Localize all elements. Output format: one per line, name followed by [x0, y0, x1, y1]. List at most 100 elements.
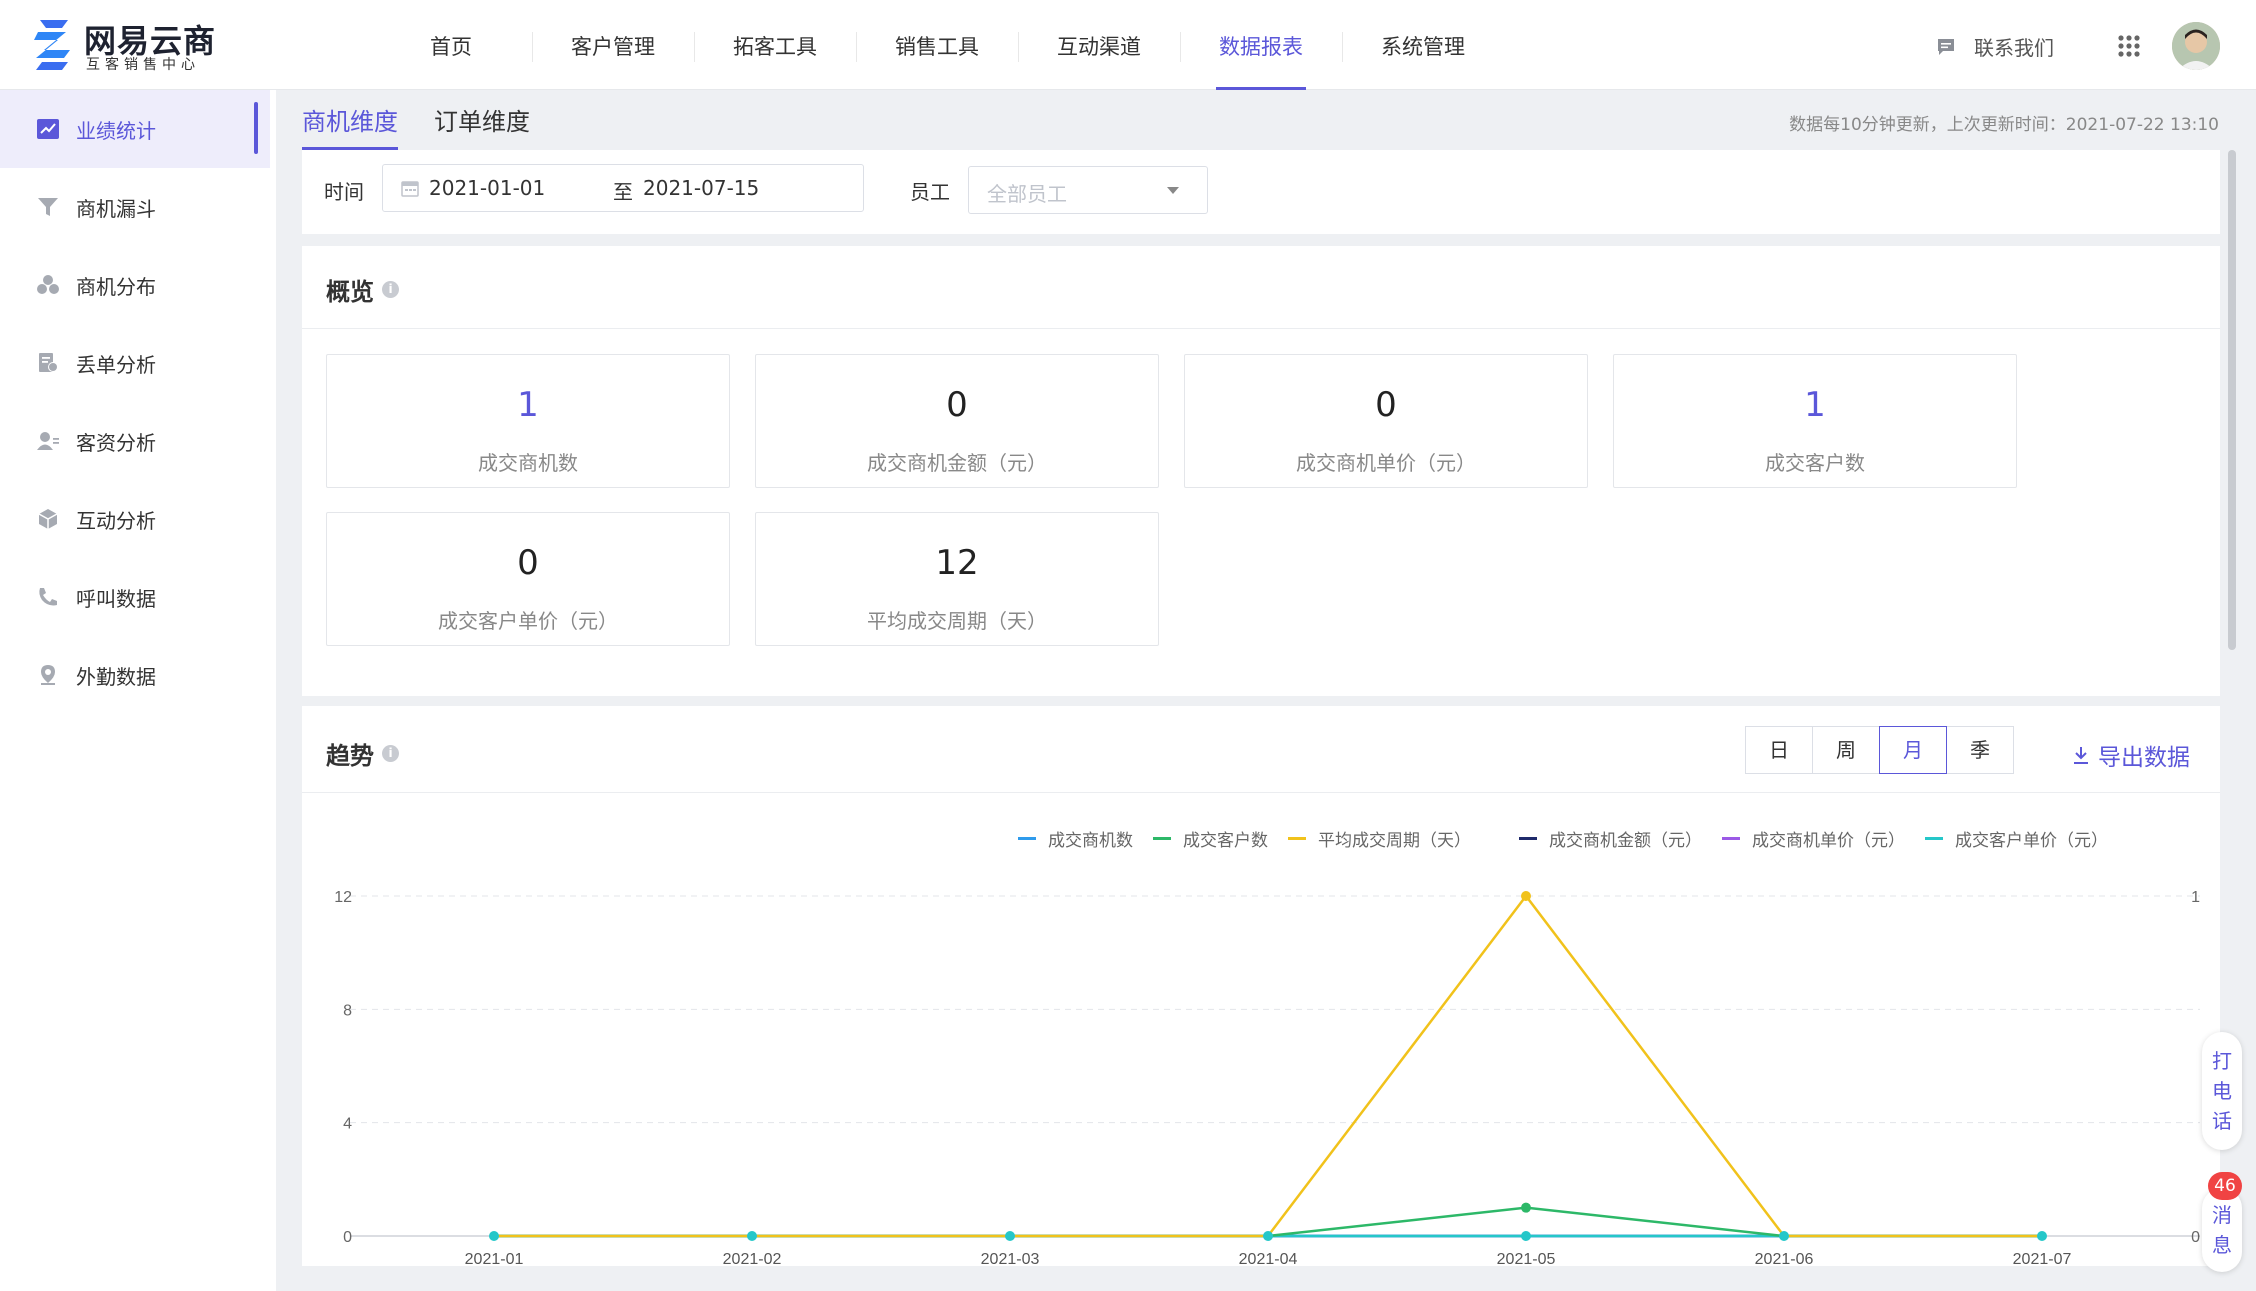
nav-item-home[interactable]: 首页 [370, 0, 532, 90]
message-count-badge: 46 [2208, 1172, 2242, 1200]
update-note: 数据每10分钟更新，上次更新时间：2021-07-22 13:10 [1789, 115, 2219, 135]
scrollbar[interactable] [2228, 150, 2236, 650]
brand-subtitle: 互客销售中心 [86, 57, 200, 73]
x-axis-tick-label: 2021-01 [465, 1251, 524, 1266]
nav-item-prospecting-tools[interactable]: 拓客工具 [694, 0, 856, 90]
brand-logo[interactable]: 网易云商 互客销售中心 [32, 16, 232, 74]
nav-item-interaction-channels[interactable]: 互动渠道 [1018, 0, 1180, 90]
customer-icon [37, 432, 59, 450]
overview-panel: 概览 i 1 成交商机数 0 成交商机金额（元） 0 成交商机单价（元） 1 成… [302, 246, 2220, 696]
time-label: 时间 [324, 180, 364, 204]
nav-item-data-reports[interactable]: 数据报表 [1180, 0, 1342, 90]
date-range-picker[interactable]: 2021-01-01 至 2021-07-15 [382, 164, 864, 212]
sidebar-item-label: 丢单分析 [76, 352, 156, 377]
stat-label: 成交客户单价（元） [438, 609, 618, 633]
series-line [494, 893, 2042, 1238]
employee-select[interactable]: 全部员工 [968, 166, 1208, 214]
stat-value: 0 [946, 385, 968, 425]
sidebar-item-lost-order-analysis[interactable]: 丢单分析 [0, 324, 276, 402]
stat-value: 0 [517, 543, 539, 583]
overview-divider [302, 328, 2220, 329]
sidebar-item-label: 互动分析 [76, 508, 156, 533]
sidebar-item-label: 呼叫数据 [76, 586, 156, 611]
x-axis-tick-label: 2021-05 [1497, 1251, 1556, 1266]
message-button-label: 消息 [2212, 1203, 2232, 1257]
contact-us-label: 联系我们 [1974, 36, 2054, 60]
app-grid-icon[interactable] [2117, 34, 2141, 58]
stat-value: 1 [517, 385, 539, 425]
sidebar: 业绩统计 商机漏斗 商机分布 丢单分析 客资分析 互动分析 呼叫数据 外勤数据 [0, 90, 276, 1291]
dimension-tabs: 商机维度 订单维度 [302, 100, 566, 150]
message-button[interactable]: 消息 [2202, 1188, 2242, 1272]
x-axis-tick-label: 2021-04 [1239, 1251, 1298, 1266]
employee-label: 员工 [910, 180, 950, 204]
stat-card-deal-unit-price: 0 成交商机单价（元） [1184, 354, 1588, 488]
phone-icon [39, 588, 57, 606]
data-point [747, 1231, 757, 1241]
data-point [1521, 891, 1531, 901]
stat-value: 0 [1375, 385, 1397, 425]
x-axis-tick-label: 2021-06 [1755, 1251, 1814, 1266]
user-avatar-photo [2172, 22, 2220, 70]
lost-order-icon [39, 353, 58, 372]
sidebar-item-call-data[interactable]: 呼叫数据 [0, 558, 276, 636]
tab-order-dimension[interactable]: 订单维度 [434, 100, 530, 150]
calendar-icon [401, 181, 419, 197]
sidebar-item-label: 外勤数据 [76, 664, 156, 689]
filter-panel: 时间 2021-01-01 至 2021-07-15 员工 全部员工 [302, 150, 2220, 234]
stat-label: 平均成交周期（天） [867, 609, 1047, 633]
data-point [2037, 1231, 2047, 1241]
date-separator: 至 [613, 180, 633, 204]
sidebar-item-interaction-analysis[interactable]: 互动分析 [0, 480, 276, 558]
sidebar-item-opportunity-distribution[interactable]: 商机分布 [0, 246, 276, 324]
user-avatar[interactable] [2172, 22, 2220, 70]
sidebar-item-customer-analysis[interactable]: 客资分析 [0, 402, 276, 480]
sidebar-item-label: 业绩统计 [76, 118, 156, 143]
y-axis-right-tick-label: 0 [2191, 1229, 2200, 1246]
tab-opportunity-dimension[interactable]: 商机维度 [302, 100, 398, 150]
distribution-icon [37, 275, 59, 294]
data-point [1521, 1202, 1531, 1213]
data-point [1521, 1231, 1531, 1241]
employee-select-placeholder: 全部员工 [987, 182, 1067, 206]
stat-label: 成交客户数 [1765, 451, 1865, 475]
info-icon[interactable]: i [382, 281, 399, 298]
y-axis-left-tick-label: 12 [334, 889, 352, 906]
trend-panel: 趋势 i 日 周 月 季 导出数据 成交商机数 成交客户数 平均成交周期（天） … [302, 706, 2220, 1266]
nav-item-system-management[interactable]: 系统管理 [1342, 0, 1504, 90]
nav-item-customer-management[interactable]: 客户管理 [532, 0, 694, 90]
sidebar-item-performance-stats[interactable]: 业绩统计 [0, 90, 270, 168]
stat-label: 成交商机金额（元） [867, 451, 1047, 475]
sidebar-item-field-data[interactable]: 外勤数据 [0, 636, 276, 714]
x-axis-tick-label: 2021-02 [723, 1251, 782, 1266]
call-button[interactable]: 打电话 [2202, 1032, 2242, 1150]
sidebar-item-label: 商机分布 [76, 274, 156, 299]
funnel-icon [38, 198, 58, 216]
y-axis-left-tick-label: 0 [343, 1229, 352, 1246]
sidebar-item-label: 客资分析 [76, 430, 156, 455]
y-axis-left-tick-label: 4 [343, 1116, 352, 1133]
call-button-label: 打电话 [2212, 1049, 2232, 1133]
stat-label: 成交商机数 [478, 451, 578, 475]
stat-value: 12 [935, 543, 979, 583]
period-month-button[interactable]: 月 [1879, 726, 1947, 774]
nav-item-sales-tools[interactable]: 销售工具 [856, 0, 1018, 90]
stat-label: 成交商机单价（元） [1296, 451, 1476, 475]
sidebar-item-opportunity-funnel[interactable]: 商机漏斗 [0, 168, 276, 246]
stat-card-customers-count: 1 成交客户数 [1613, 354, 2017, 488]
top-navigation-bar: 网易云商 互客销售中心 首页 客户管理 拓客工具 销售工具 互动渠道 数据报表 … [0, 0, 2256, 90]
chevron-down-icon [1167, 187, 1179, 194]
contact-us-link[interactable]: 联系我们 [1936, 32, 2054, 61]
stat-card-deals-count: 1 成交商机数 [326, 354, 730, 488]
data-point [489, 1231, 499, 1241]
x-axis-tick-label: 2021-07 [2013, 1251, 2072, 1266]
stat-value: 1 [1804, 385, 1826, 425]
trend-line-chart: 0 4 8 12 0 1 2021-01 2021-02 2021-03 2021-04 2021-… [334, 889, 2200, 1266]
y-axis-right-tick-label: 1 [2191, 889, 2200, 906]
y-axis-left-tick-label: 8 [343, 1002, 352, 1019]
date-end-value: 2021-07-15 [643, 176, 760, 200]
stat-card-average-deal-cycle: 12 平均成交周期（天） [755, 512, 1159, 646]
brand-logo-icon [34, 20, 70, 70]
sidebar-item-label: 商机漏斗 [76, 196, 156, 221]
cube-icon [38, 509, 58, 529]
